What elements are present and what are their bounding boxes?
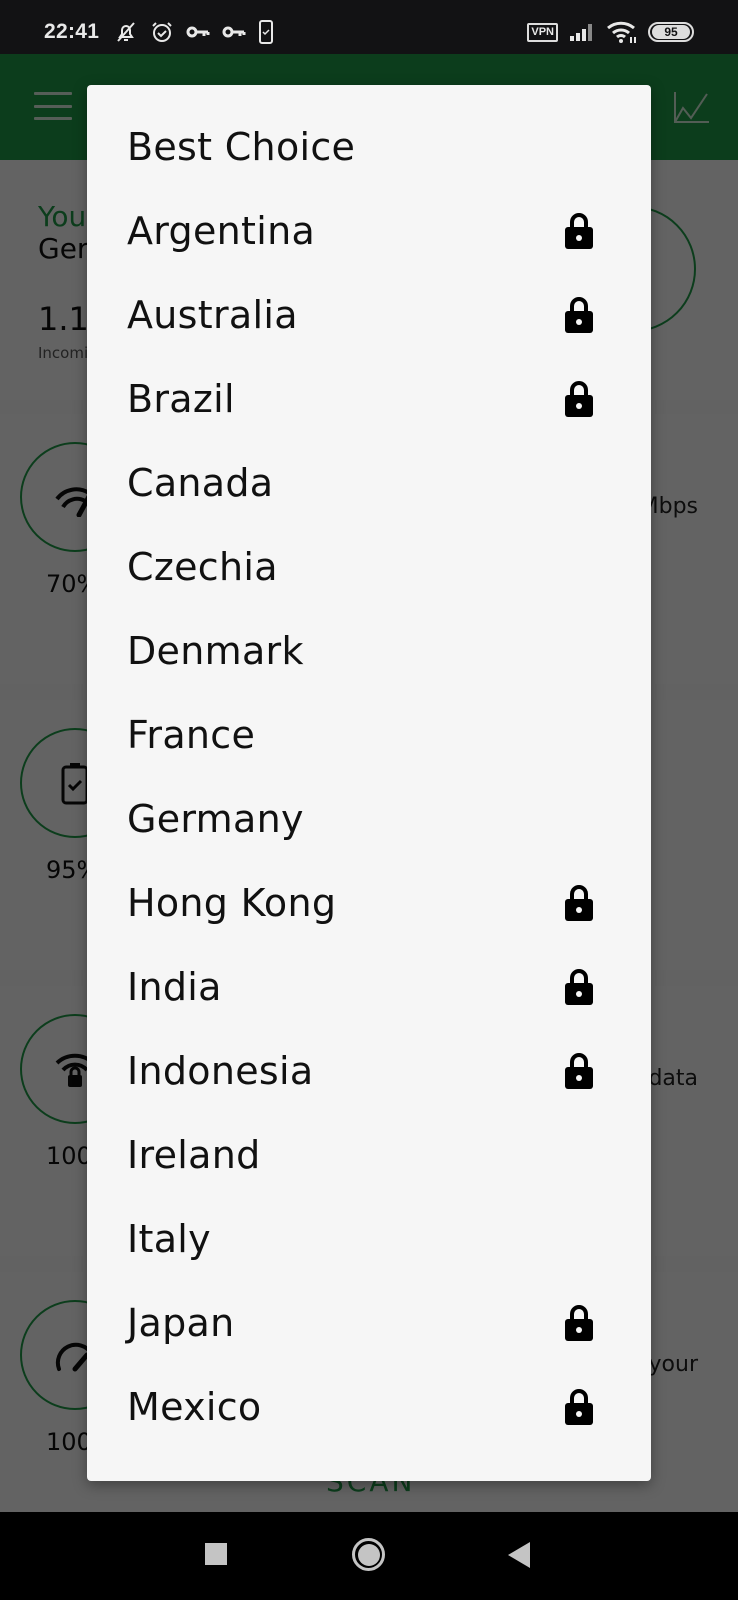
lock-icon xyxy=(563,883,595,923)
dropdown-option[interactable]: Japan xyxy=(87,1281,651,1365)
lock-icon xyxy=(563,1303,595,1343)
option-label: Denmark xyxy=(127,629,304,673)
phone-check-icon xyxy=(259,20,273,44)
option-label: Ireland xyxy=(127,1133,261,1177)
dropdown-option[interactable]: Best Choice xyxy=(87,105,651,189)
dropdown-option[interactable]: Australia xyxy=(87,273,651,357)
dropdown-option[interactable]: Germany xyxy=(87,777,651,861)
notification-icons xyxy=(114,20,274,44)
dropdown-option[interactable]: Denmark xyxy=(87,609,651,693)
lock-icon xyxy=(563,211,595,251)
option-label: Italy xyxy=(127,1217,211,1261)
option-label: Argentina xyxy=(127,209,316,253)
dropdown-option[interactable]: Italy xyxy=(87,1197,651,1281)
signal-icon xyxy=(570,24,592,41)
option-label: India xyxy=(127,965,222,1009)
dropdown-option[interactable]: Mexico xyxy=(87,1365,651,1449)
dropdown-option[interactable]: France xyxy=(87,693,651,777)
key-icon xyxy=(222,26,246,38)
dropdown-option[interactable]: Hong Kong xyxy=(87,861,651,945)
battery-level: 95 xyxy=(652,25,690,39)
option-label: Japan xyxy=(127,1301,235,1345)
recent-apps-button[interactable] xyxy=(205,1543,227,1565)
option-label: Australia xyxy=(127,293,298,337)
dropdown-option[interactable]: Canada xyxy=(87,441,651,525)
option-label: Best Choice xyxy=(127,125,356,169)
status-bar: 22:41 VPN 95 xyxy=(0,0,738,54)
dropdown-option[interactable]: Ireland xyxy=(87,1113,651,1197)
option-label: Mexico xyxy=(127,1385,262,1429)
dropdown-option[interactable]: Czechia xyxy=(87,525,651,609)
lock-icon xyxy=(563,379,595,419)
status-time: 22:41 xyxy=(44,20,100,43)
wifi-icon xyxy=(607,21,636,43)
back-button[interactable] xyxy=(508,1542,530,1568)
dropdown-option[interactable]: Brazil xyxy=(87,357,651,441)
option-label: France xyxy=(127,713,256,757)
home-button[interactable] xyxy=(352,1538,385,1571)
option-label: Hong Kong xyxy=(127,881,337,925)
navigation-bar xyxy=(0,1512,738,1600)
dropdown-option[interactable]: India xyxy=(87,945,651,1029)
lock-icon xyxy=(563,295,595,335)
option-label: Brazil xyxy=(127,377,235,421)
option-label: Indonesia xyxy=(127,1049,314,1093)
dropdown-option[interactable]: Indonesia xyxy=(87,1029,651,1113)
option-label: Czechia xyxy=(127,545,278,589)
system-icons: VPN 95 xyxy=(527,20,694,44)
key-icon xyxy=(186,26,210,38)
option-label: Canada xyxy=(127,461,274,505)
lock-icon xyxy=(563,1051,595,1091)
battery-indicator: 95 xyxy=(648,22,694,42)
dropdown-option[interactable]: Argentina xyxy=(87,189,651,273)
lock-icon xyxy=(563,1387,595,1427)
bell-off-icon xyxy=(117,22,135,42)
alarm-icon xyxy=(152,22,172,42)
vpn-badge: VPN xyxy=(527,22,558,42)
lock-icon xyxy=(563,967,595,1007)
country-dropdown: Best Choice Argentina Australia Brazil Canad… xyxy=(87,85,651,1481)
option-label: Germany xyxy=(127,797,304,841)
